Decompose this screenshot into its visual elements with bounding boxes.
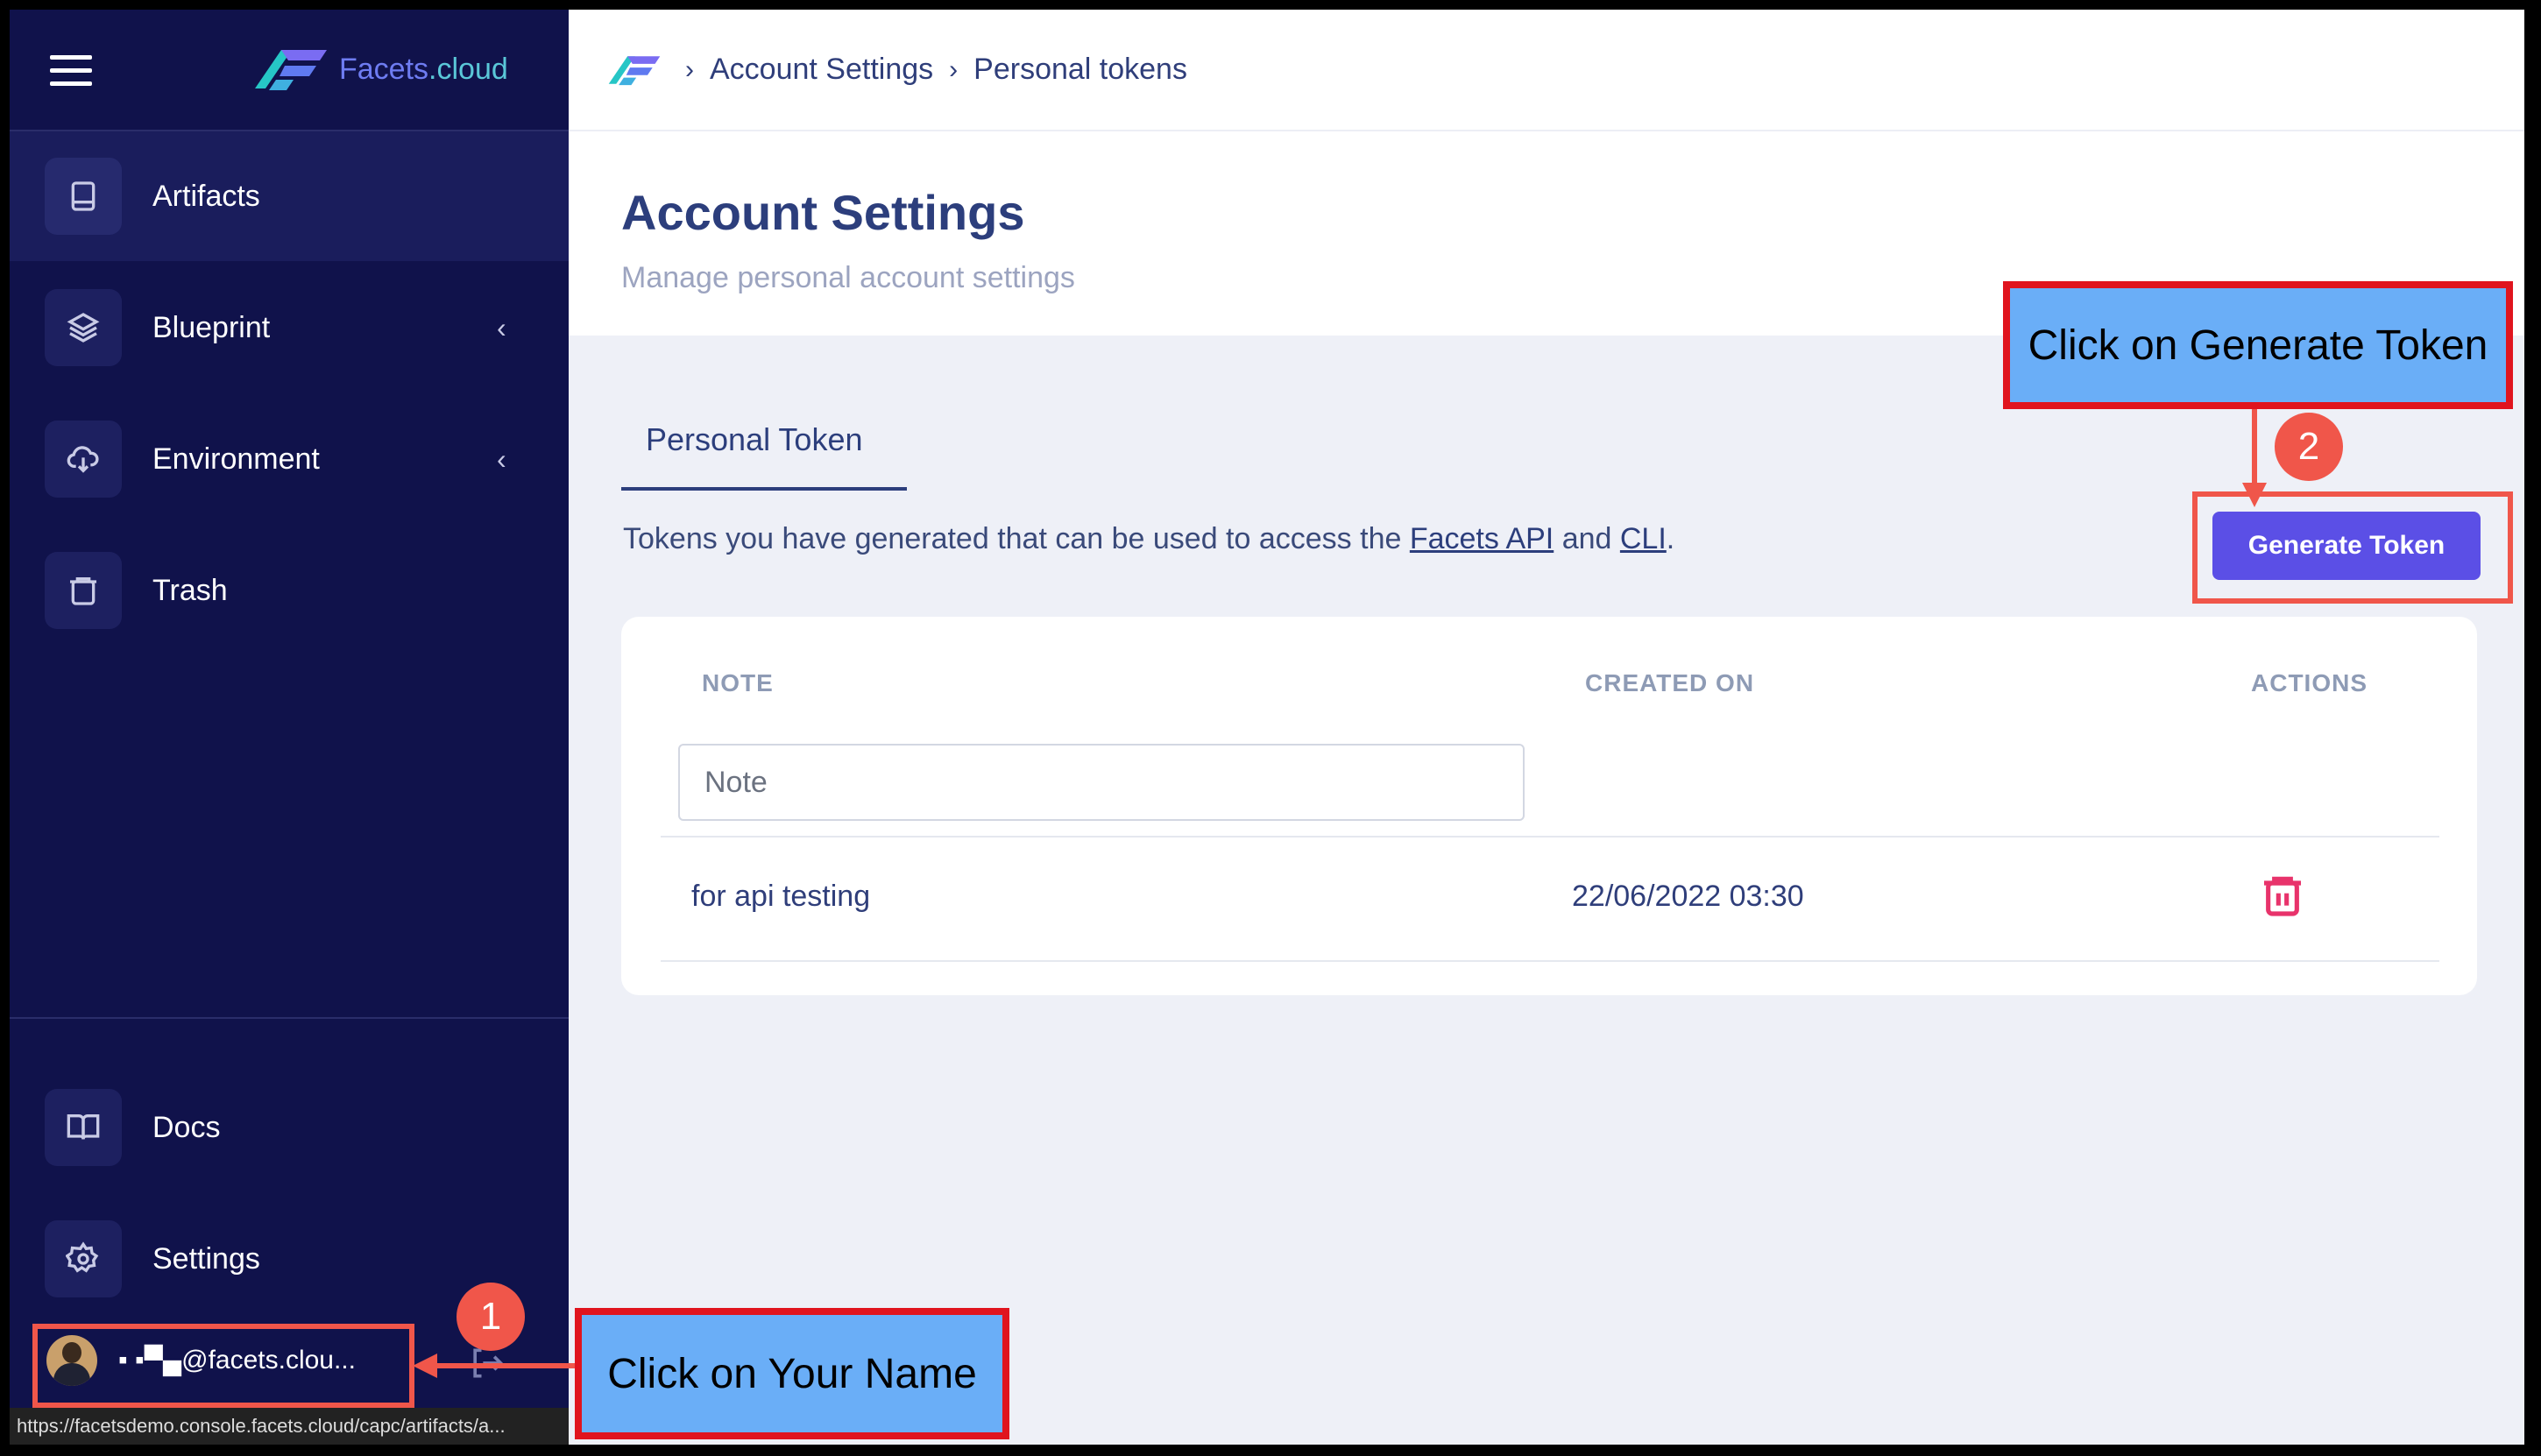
step-badge-2: 2 (2275, 413, 2343, 481)
sidebar-item-label: Artifacts (152, 179, 260, 213)
open-book-icon (45, 1089, 122, 1166)
sidebar-item-artifacts[interactable]: Artifacts (10, 131, 569, 261)
facets-logo-icon (255, 50, 327, 90)
token-created-on: 22/06/2022 03:30 (1572, 880, 1804, 913)
chevron-left-icon: ‹ (497, 311, 506, 343)
tab-label: Personal Token (646, 421, 863, 457)
sidebar: Facets.cloud Artifacts Blueprint ‹ Envir… (10, 10, 588, 1445)
step-badge-1: 1 (457, 1283, 525, 1351)
breadcrumb-account-settings[interactable]: Account Settings (710, 53, 933, 87)
callout-click-generate-token: Click on Generate Token (2003, 281, 2513, 409)
breadcrumb-separator: › (685, 54, 694, 84)
sidebar-item-label: Settings (152, 1241, 260, 1276)
trash-icon (45, 552, 122, 629)
column-header-note: NOTE (702, 669, 774, 696)
app-window: Facets.cloud Artifacts Blueprint ‹ Envir… (10, 10, 2524, 1445)
column-header-created-on: CREATED ON (1585, 669, 1755, 696)
facets-api-link[interactable]: Facets API (1410, 522, 1554, 555)
sidebar-item-environment[interactable]: Environment ‹ (10, 394, 569, 524)
sidebar-divider (10, 1017, 569, 1019)
highlight-user-name (32, 1324, 414, 1408)
tab-personal-token[interactable]: Personal Token (621, 408, 907, 491)
sidebar-item-label: Environment (152, 442, 320, 476)
sidebar-header: Facets.cloud (10, 10, 569, 131)
menu-icon[interactable] (50, 55, 92, 87)
breadcrumb-personal-tokens[interactable]: Personal tokens (973, 53, 1187, 87)
column-header-actions: ACTIONS (2251, 669, 2368, 696)
tokens-description: Tokens you have generated that can be us… (623, 522, 1674, 556)
chevron-left-icon: ‹ (497, 442, 506, 475)
cloud-download-icon (45, 421, 122, 498)
highlight-generate-token (2192, 491, 2513, 604)
sidebar-item-trash[interactable]: Trash (10, 526, 569, 655)
note-input[interactable] (678, 744, 1525, 821)
description-text: and (1554, 522, 1620, 555)
sidebar-item-blueprint[interactable]: Blueprint ‹ (10, 263, 569, 392)
book-icon (45, 158, 122, 235)
delete-token-icon[interactable] (2258, 871, 2307, 920)
cli-link[interactable]: CLI (1620, 522, 1667, 555)
logo-text: Facets.cloud (339, 52, 508, 86)
sidebar-item-label: Trash (152, 573, 228, 607)
tokens-table: NOTE CREATED ON ACTIONS for api testing … (621, 617, 2477, 995)
gear-icon (45, 1220, 122, 1297)
page-title: Account Settings (621, 185, 1025, 240)
facets-logo[interactable]: Facets.cloud (255, 45, 508, 94)
arrow-left-icon (413, 1354, 584, 1378)
main-content: › Account Settings › Personal tokens Acc… (569, 10, 2524, 1445)
description-text: . (1666, 522, 1675, 555)
sidebar-item-docs[interactable]: Docs (10, 1063, 569, 1192)
sidebar-item-label: Docs (152, 1110, 221, 1144)
row-divider (661, 960, 2439, 962)
row-divider (661, 836, 2439, 838)
breadcrumb: › Account Settings › Personal tokens (569, 10, 2524, 131)
sidebar-item-label: Blueprint (152, 310, 271, 344)
layers-icon (45, 289, 122, 366)
breadcrumb-separator: › (949, 54, 959, 84)
facets-logo-icon[interactable] (608, 53, 661, 88)
page-subtitle: Manage personal account settings (621, 261, 1075, 294)
status-bar-url: https://facetsdemo.console.facets.cloud/… (10, 1408, 588, 1445)
callout-click-your-name: Click on Your Name (575, 1308, 1009, 1439)
description-text: Tokens you have generated that can be us… (623, 522, 1410, 555)
token-note: for api testing (691, 880, 871, 913)
